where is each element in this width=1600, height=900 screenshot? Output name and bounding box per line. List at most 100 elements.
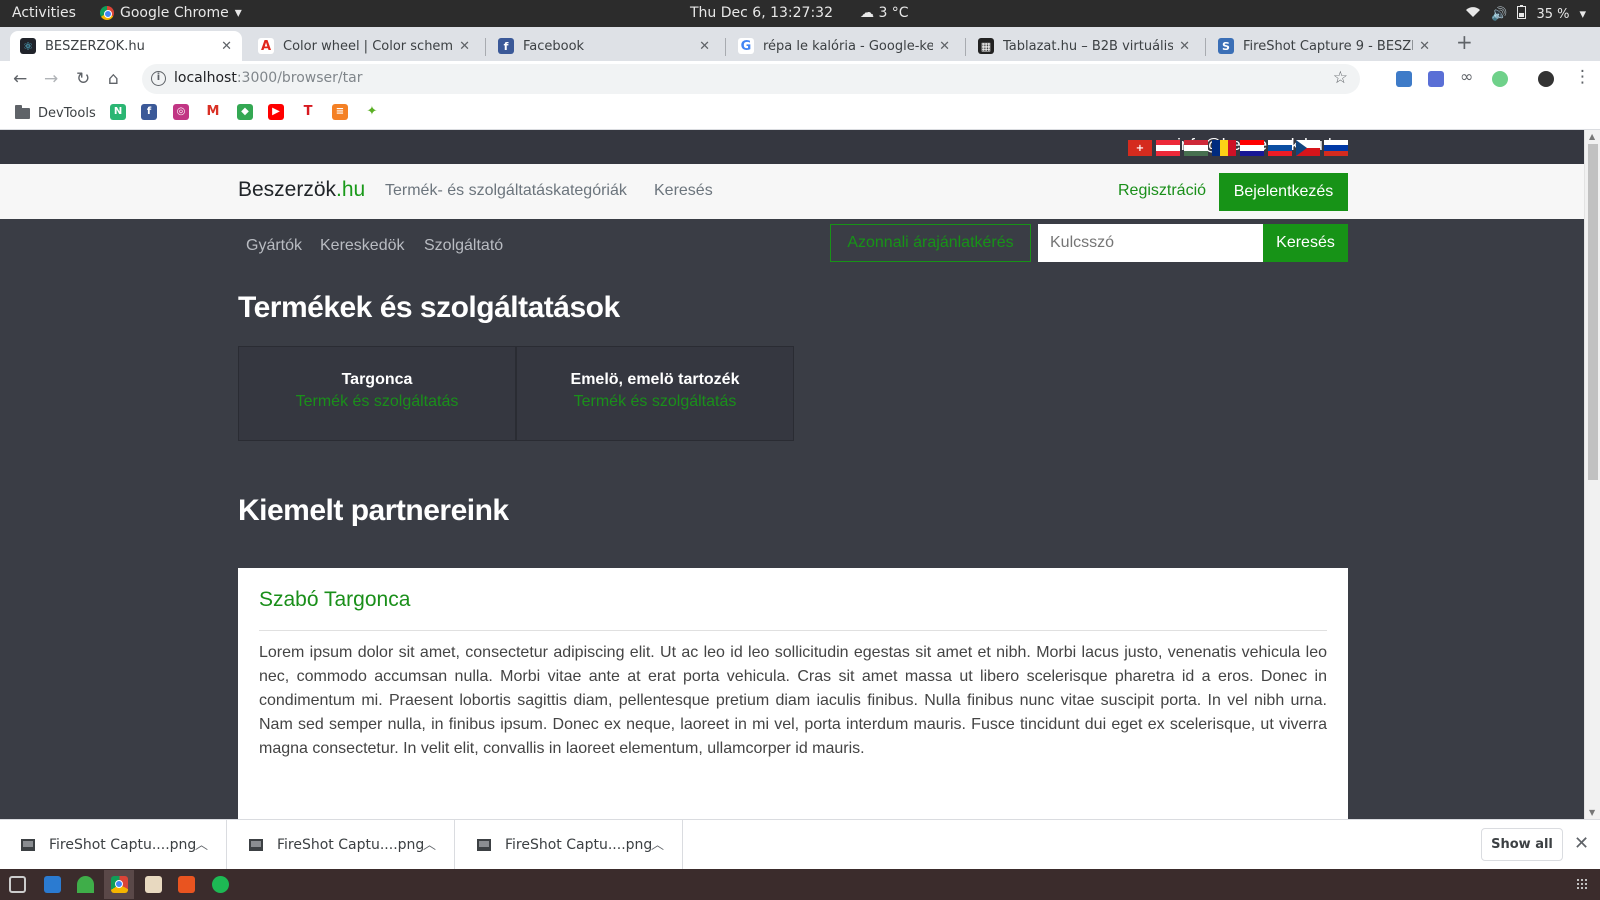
search-submit-button[interactable]: Keresés [1263, 224, 1348, 262]
activities-button[interactable]: Activities [12, 5, 76, 21]
instant-quote-button[interactable]: Azonnali árajánlatkérés [830, 224, 1031, 262]
category-card[interactable]: Targonca Termék és szolgáltatás [238, 346, 516, 441]
volume-icon: 🔊 [1491, 6, 1508, 22]
chevron-down-icon: ▾ [1579, 6, 1586, 22]
scroll-down-arrow-icon[interactable]: ▼ [1589, 808, 1595, 817]
login-button[interactable]: Bejelentkezés [1219, 173, 1348, 211]
flag-austria-icon[interactable] [1156, 140, 1180, 156]
flag-slovakia-icon[interactable] [1268, 140, 1292, 156]
back-arrow-icon[interactable]: ← [13, 69, 27, 89]
flag-romania-icon[interactable] [1212, 140, 1236, 156]
translate-extension-icon[interactable] [1428, 71, 1444, 87]
show-all-downloads-button[interactable]: Show all [1481, 828, 1563, 861]
partner-name-link[interactable]: Szabó Targonca [259, 588, 1327, 631]
chrome-taskbar-icon[interactable] [111, 876, 128, 893]
close-icon[interactable]: ✕ [699, 39, 710, 54]
flag-swiss-icon[interactable]: + [1128, 140, 1152, 156]
bookmark-maps-icon[interactable]: ◆ [237, 104, 253, 120]
scrollbar-thumb[interactable] [1588, 144, 1598, 480]
adobe-favicon-icon: A [258, 38, 274, 54]
flag-croatia-icon[interactable] [1240, 140, 1264, 156]
download-filename: FireShot Captu....png [505, 837, 653, 853]
files-icon[interactable] [145, 876, 162, 893]
system-clock[interactable]: Thu Dec 6, 13:27:32 [690, 5, 833, 21]
download-item[interactable]: FireShot Captu....png ︿ [228, 820, 455, 870]
page-viewport: info@beszerzok.hu | + Beszerzök.hu Termé… [0, 130, 1584, 819]
system-tray[interactable]: 🔊 35 % ▾ [1465, 5, 1586, 23]
app-grid-icon[interactable] [1576, 878, 1588, 890]
bookmark-star-icon[interactable]: ☆ [1333, 68, 1348, 88]
bookmark-android-icon[interactable]: ✦ [364, 104, 380, 120]
home-icon[interactable]: ⌂ [108, 69, 119, 89]
bookmark-stackoverflow-icon[interactable]: ≡ [332, 104, 348, 120]
chevron-up-icon[interactable]: ︿ [195, 834, 208, 853]
bookmark-gmail-icon[interactable]: M [205, 104, 221, 120]
close-icon[interactable]: ✕ [221, 39, 232, 54]
flag-hungary-icon[interactable] [1184, 140, 1208, 156]
infinity-extension-icon[interactable]: ∞ [1460, 67, 1476, 86]
app-menu[interactable]: Google Chrome ▾ [100, 5, 242, 21]
subnav-manufacturers[interactable]: Gyártók [246, 237, 302, 255]
subnav-traders[interactable]: Kereskedök [320, 237, 405, 255]
tab-title: Tablazat.hu – B2B virtuális pia [1003, 38, 1174, 54]
download-shelf: FireShot Captu....png ︿ FireShot Captu..… [0, 819, 1600, 870]
app-menu-label: Google Chrome [120, 5, 229, 21]
register-link[interactable]: Regisztráció [1118, 182, 1206, 200]
category-card[interactable]: Emelö, emelö tartozék Termék és szolgált… [516, 346, 794, 441]
keyword-search-input[interactable] [1038, 224, 1263, 262]
bookmark-n-icon[interactable]: N [110, 104, 126, 120]
close-icon[interactable]: ✕ [1574, 833, 1589, 854]
profile-avatar-icon[interactable] [1538, 71, 1554, 87]
system-taskbar [0, 869, 1600, 900]
download-item[interactable]: FireShot Captu....png ︿ [456, 820, 683, 870]
tab-beszerzok[interactable]: ⚛ BESZERZÖK.hu ✕ [10, 31, 242, 61]
site-logo[interactable]: Beszerzök.hu [238, 178, 365, 202]
brand-tld: .hu [336, 178, 366, 201]
spotify-icon[interactable] [212, 876, 229, 893]
reload-icon[interactable]: ↻ [76, 69, 90, 89]
tab-google-search[interactable]: G répa le kalória - Google-keres ✕ [728, 31, 960, 61]
flag-russia-icon[interactable] [1324, 140, 1348, 156]
bookmark-facebook-icon[interactable]: f [141, 104, 157, 120]
close-icon[interactable]: ✕ [1179, 39, 1190, 54]
category-subtitle-link[interactable]: Termék és szolgáltatás [239, 393, 515, 411]
fireshot-extension-icon[interactable] [1396, 71, 1412, 87]
grammarly-extension-icon[interactable] [1492, 71, 1508, 87]
address-bar[interactable]: i localhost:3000/browser/tar ☆ [142, 64, 1360, 94]
tab-fireshot[interactable]: S FireShot Capture 9 - BESZERZ ✕ [1208, 31, 1440, 61]
new-tab-plus-icon[interactable]: + [1456, 30, 1473, 54]
menu-kebab-icon[interactable]: ⋮ [1574, 67, 1591, 87]
software-center-icon[interactable] [178, 876, 195, 893]
close-icon[interactable]: ✕ [459, 39, 470, 54]
address-url[interactable]: localhost:3000/browser/tar [174, 70, 362, 86]
products-heading: Termékek és szolgáltatások [238, 291, 620, 324]
bookmark-folder-devtools[interactable]: DevTools [15, 105, 96, 121]
terminal-icon[interactable] [9, 876, 26, 893]
download-item[interactable]: FireShot Captu....png ︿ [0, 820, 227, 870]
cloud-icon: ☁ [860, 5, 874, 21]
scroll-up-arrow-icon[interactable]: ▲ [1589, 132, 1595, 141]
info-icon[interactable]: i [151, 71, 166, 86]
chevron-up-icon[interactable]: ︿ [423, 834, 436, 853]
bookmark-youtube-icon[interactable]: ▶ [268, 104, 284, 120]
tab-color-wheel[interactable]: A Color wheel | Color schemes ✕ [248, 31, 480, 61]
android-studio-icon[interactable] [77, 876, 94, 893]
bookmark-instagram-icon[interactable]: ◎ [173, 104, 189, 120]
forward-arrow-icon[interactable]: → [44, 69, 58, 89]
weather-indicator[interactable]: ☁ 3 °C [860, 5, 909, 21]
tab-tablazat[interactable]: ▦ Tablazat.hu – B2B virtuális pia ✕ [968, 31, 1200, 61]
subnav-service[interactable]: Szolgáltató [424, 237, 503, 255]
tab-facebook[interactable]: f Facebook ✕ [488, 31, 720, 61]
nav-categories-link[interactable]: Termék- és szolgáltatáskategóriák [385, 182, 627, 200]
close-icon[interactable]: ✕ [939, 39, 950, 54]
nav-search-link[interactable]: Keresés [654, 182, 713, 200]
react-favicon-icon: ⚛ [20, 38, 36, 54]
flag-czech-icon[interactable] [1296, 140, 1320, 156]
close-icon[interactable]: ✕ [1419, 39, 1430, 54]
chevron-up-icon[interactable]: ︿ [651, 834, 664, 853]
bookmark-t-icon[interactable]: T [300, 104, 316, 120]
page-scrollbar[interactable]: ▲ ▼ [1584, 130, 1600, 819]
url-path: :3000/browser/tar [236, 70, 363, 86]
category-subtitle-link[interactable]: Termék és szolgáltatás [517, 393, 793, 411]
vscode-icon[interactable] [44, 876, 61, 893]
